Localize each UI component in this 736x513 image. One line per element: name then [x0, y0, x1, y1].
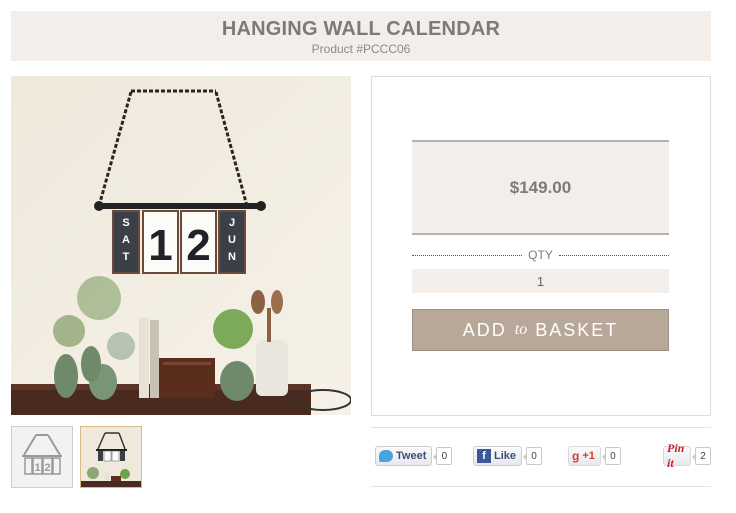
- like-label: Like: [494, 450, 517, 462]
- price: $149.00: [509, 177, 572, 197]
- thumbnail-photo[interactable]: [80, 426, 142, 488]
- twitter-icon: [379, 450, 393, 462]
- pinterest-icon: Pin it: [667, 441, 685, 470]
- calendar-photo: S A T 1 2 J U N: [11, 76, 351, 415]
- price-box: $149.00: [412, 140, 669, 235]
- product-title: HANGING WALL CALENDAR: [221, 18, 501, 40]
- svg-text:1: 1: [34, 462, 40, 474]
- quantity-input[interactable]: [412, 269, 669, 293]
- gplus-widget: g +1 0: [568, 446, 621, 466]
- purchase-panel: $149.00 QTY ADD to BASKET: [371, 76, 711, 416]
- tweet-button[interactable]: Tweet: [375, 446, 433, 466]
- thumbnail-line-drawing[interactable]: 1 2: [11, 426, 73, 488]
- calendar-sketch-thumbnail: 1 2: [12, 427, 72, 487]
- qty-divider-right: [559, 255, 669, 256]
- google-plus-icon: g: [572, 449, 580, 463]
- svg-text:T: T: [123, 251, 130, 263]
- add-label-mid: to: [514, 321, 528, 338]
- pinit-count: 2: [692, 447, 711, 465]
- social-share-bar: Tweet 0 f Like 0 g +1 0 Pin it 2: [371, 427, 711, 487]
- gplus-label: +1: [582, 450, 595, 462]
- svg-text:A: A: [122, 234, 130, 246]
- facebook-icon: f: [477, 449, 491, 463]
- svg-text:N: N: [228, 251, 236, 263]
- pin-it-button[interactable]: Pin it: [663, 441, 691, 470]
- qty-label-row: QTY: [412, 247, 669, 263]
- add-label-prefix: ADD: [462, 319, 507, 340]
- tweet-label: Tweet: [396, 450, 427, 462]
- google-plus-button[interactable]: g +1: [568, 446, 601, 466]
- svg-text:2: 2: [44, 462, 50, 474]
- add-to-basket-button[interactable]: ADD to BASKET: [412, 309, 669, 351]
- like-button[interactable]: f Like: [473, 446, 523, 466]
- svg-text:1: 1: [148, 221, 172, 270]
- main-product-image[interactable]: S A T 1 2 J U N: [11, 76, 351, 415]
- svg-text:2: 2: [186, 221, 210, 270]
- svg-text:S: S: [122, 217, 129, 229]
- product-number: Product #PCCC06: [311, 42, 411, 56]
- gplus-count: 0: [601, 447, 621, 465]
- like-count: 0: [523, 447, 543, 465]
- like-widget: f Like 0: [473, 446, 543, 466]
- svg-text:J: J: [229, 217, 235, 229]
- tweet-widget: Tweet 0: [375, 446, 453, 466]
- product-header: HANGING WALL CALENDAR Product #PCCC06: [11, 11, 711, 61]
- calendar-photo-thumbnail: [81, 427, 141, 487]
- svg-text:U: U: [228, 234, 236, 246]
- pinit-widget: Pin it 2: [663, 441, 711, 470]
- add-label-suffix: BASKET: [535, 319, 619, 340]
- tweet-count: 0: [433, 447, 453, 465]
